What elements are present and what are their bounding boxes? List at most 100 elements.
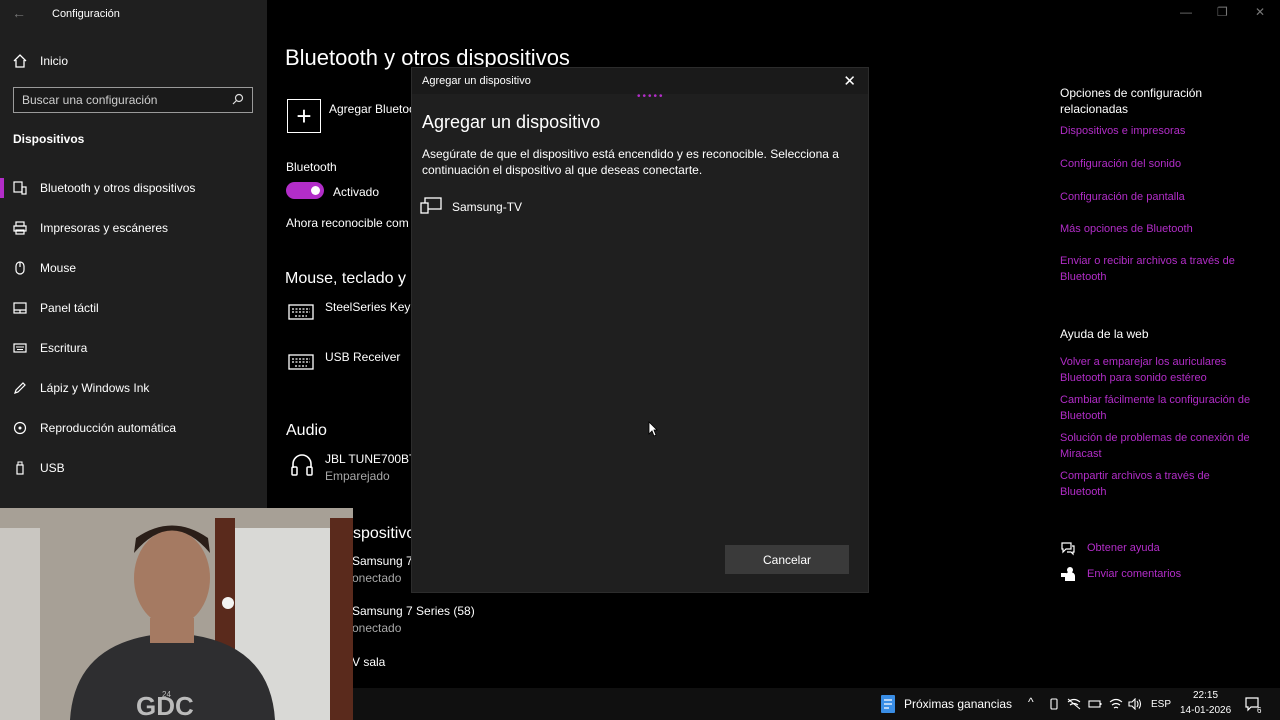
tv-display-icon (420, 196, 442, 217)
section-audio: Audio (286, 422, 327, 439)
other-device-status: onectado (352, 621, 402, 635)
nav-home-label: Inicio (40, 54, 69, 68)
bluetooth-toggle[interactable] (286, 182, 324, 199)
stock-widget-icon[interactable] (879, 694, 897, 719)
add-device-button[interactable]: + (287, 99, 321, 133)
close-button[interactable]: ✕ (1255, 5, 1265, 19)
discoverable-text: Ahora reconocible com (286, 216, 409, 230)
other-device-name[interactable]: V sala (352, 655, 385, 669)
device-name: Samsung-TV (452, 199, 523, 214)
keyboard-icon (288, 353, 314, 376)
web-help-heading: Ayuda de la web (1060, 327, 1149, 341)
feedback-link[interactable]: Enviar comentarios (1087, 566, 1280, 582)
sidebar-item-label: Panel táctil (40, 301, 99, 315)
link-repair-headphones[interactable]: Volver a emparejar los auriculares Bluet… (1060, 354, 1255, 386)
link-miracast[interactable]: Solución de problemas de conexión de Mir… (1060, 430, 1255, 462)
taskbar: Próximas ganancias ^ ESP 22:15 14-01-202… (353, 688, 1280, 720)
sidebar-item-bluetooth[interactable]: Bluetooth y otros dispositivos (12, 180, 195, 196)
other-device-name[interactable]: Samsung 7 Series (58) (352, 604, 475, 618)
chevron-up-icon[interactable]: ^ (1028, 695, 1034, 709)
sidebar-item-label: Impresoras y escáneres (40, 221, 169, 235)
device-usb-receiver[interactable]: USB Receiver (325, 350, 400, 364)
section-heading: Dispositivos (13, 132, 85, 146)
feedback-icon (1060, 566, 1076, 582)
touchpad-icon (12, 300, 28, 316)
sidebar-item-usb[interactable]: USB (12, 460, 65, 476)
sidebar-item-typing[interactable]: Escritura (12, 340, 87, 356)
audio-device-status: Emparejado (325, 469, 390, 483)
sidebar-item-mouse[interactable]: Mouse (12, 260, 76, 276)
section-other-devices: spositivo (353, 525, 416, 542)
search-input[interactable]: Buscar una configuración (13, 87, 253, 113)
device-list-item[interactable]: Samsung-TV (420, 196, 522, 217)
sidebar-item-autoplay[interactable]: Reproducción automática (12, 420, 176, 436)
headphones-icon (290, 452, 314, 485)
clock-date[interactable]: 14-01-2026 (1180, 705, 1231, 716)
language-indicator[interactable]: ESP (1151, 699, 1171, 710)
sidebar-item-printers[interactable]: Impresoras y escáneres (12, 220, 168, 236)
cancel-button[interactable]: Cancelar (725, 545, 849, 574)
link-send-receive-files[interactable]: Enviar o recibir archivos a través de Bl… (1060, 253, 1255, 285)
link-display-settings[interactable]: Configuración de pantalla (1060, 189, 1255, 205)
shirt-badge: 24 (162, 690, 171, 699)
selected-indicator (0, 178, 4, 198)
sidebar-item-label: Bluetooth y otros dispositivos (40, 181, 196, 195)
other-device-status: onectado (352, 571, 402, 585)
link-change-bluetooth[interactable]: Cambiar fácilmente la configuración de B… (1060, 392, 1255, 424)
loading-dots-icon: ••••• (637, 91, 665, 102)
volume-icon[interactable] (1128, 697, 1142, 715)
nav-home[interactable]: Inicio (12, 53, 68, 69)
meet-icon[interactable] (1048, 697, 1060, 715)
dialog-close-button[interactable]: ✕ (843, 72, 856, 90)
usb-icon (12, 460, 28, 476)
link-sound-settings[interactable]: Configuración del sonido (1060, 156, 1255, 172)
dialog-title: Agregar un dispositivo (422, 75, 531, 87)
notification-count: 6 (1257, 706, 1262, 715)
search-placeholder: Buscar una configuración (22, 93, 158, 107)
keyboard-icon (288, 303, 314, 326)
dialog-description: Asegúrate de que el dispositivo está enc… (422, 147, 839, 177)
sidebar-item-label: USB (40, 461, 65, 475)
battery-icon[interactable] (1088, 697, 1102, 715)
sidebar-item-label: Lápiz y Windows Ink (40, 381, 150, 395)
toggle-knob (311, 186, 320, 195)
toggle-state: Activado (333, 185, 380, 199)
webcam-overlay: GDC 24 (0, 508, 353, 720)
restore-button[interactable]: ❐ (1217, 5, 1228, 19)
bluetooth-devices-icon (12, 180, 28, 196)
mouse-cursor-icon (648, 421, 658, 442)
sidebar-item-label: Mouse (40, 261, 77, 275)
home-icon (12, 53, 28, 69)
sidebar-item-touchpad[interactable]: Panel táctil (12, 300, 99, 316)
sidebar-item-label: Escritura (40, 341, 88, 355)
mouse-icon (12, 260, 28, 276)
printer-icon (12, 220, 28, 236)
pen-icon (12, 380, 28, 396)
link-more-bluetooth[interactable]: Más opciones de Bluetooth (1060, 221, 1255, 237)
bluetooth-label: Bluetooth (286, 160, 337, 174)
network-off-icon[interactable] (1067, 697, 1081, 715)
back-button[interactable]: ← (12, 5, 26, 21)
plus-icon: + (296, 100, 312, 131)
get-help-link[interactable]: Obtener ayuda (1087, 540, 1280, 556)
audio-device-name[interactable]: JBL TUNE700BT (325, 452, 416, 466)
app-title: Configuración (52, 8, 120, 20)
sidebar-item-label: Reproducción automática (40, 421, 177, 435)
minimize-button[interactable]: — (1180, 5, 1192, 19)
add-device-label[interactable]: Agregar Bluetoo (329, 102, 416, 116)
dialog-heading: Agregar un dispositivo (422, 112, 601, 132)
sidebar-item-pen[interactable]: Lápiz y Windows Ink (12, 380, 149, 396)
search-icon (232, 93, 244, 108)
add-device-dialog: Agregar un dispositivo ✕ ••••• Agregar u… (411, 67, 869, 593)
section-mouse-keyboard: Mouse, teclado y (285, 270, 406, 287)
widget-label[interactable]: Próximas ganancias (904, 697, 1012, 711)
link-devices-printers[interactable]: Dispositivos e impresoras (1060, 123, 1255, 139)
link-share-files[interactable]: Compartir archivos a través de Bluetooth (1060, 468, 1255, 500)
help-icon (1060, 540, 1076, 556)
keyboard-icon (12, 340, 28, 356)
autoplay-icon (12, 420, 28, 436)
clock-time[interactable]: 22:15 (1193, 690, 1218, 701)
device-keyboard[interactable]: SteelSeries Keyb (325, 300, 417, 314)
related-settings-heading: Opciones de configuración relacionadas (1060, 86, 1203, 116)
wifi-icon[interactable] (1109, 697, 1123, 715)
